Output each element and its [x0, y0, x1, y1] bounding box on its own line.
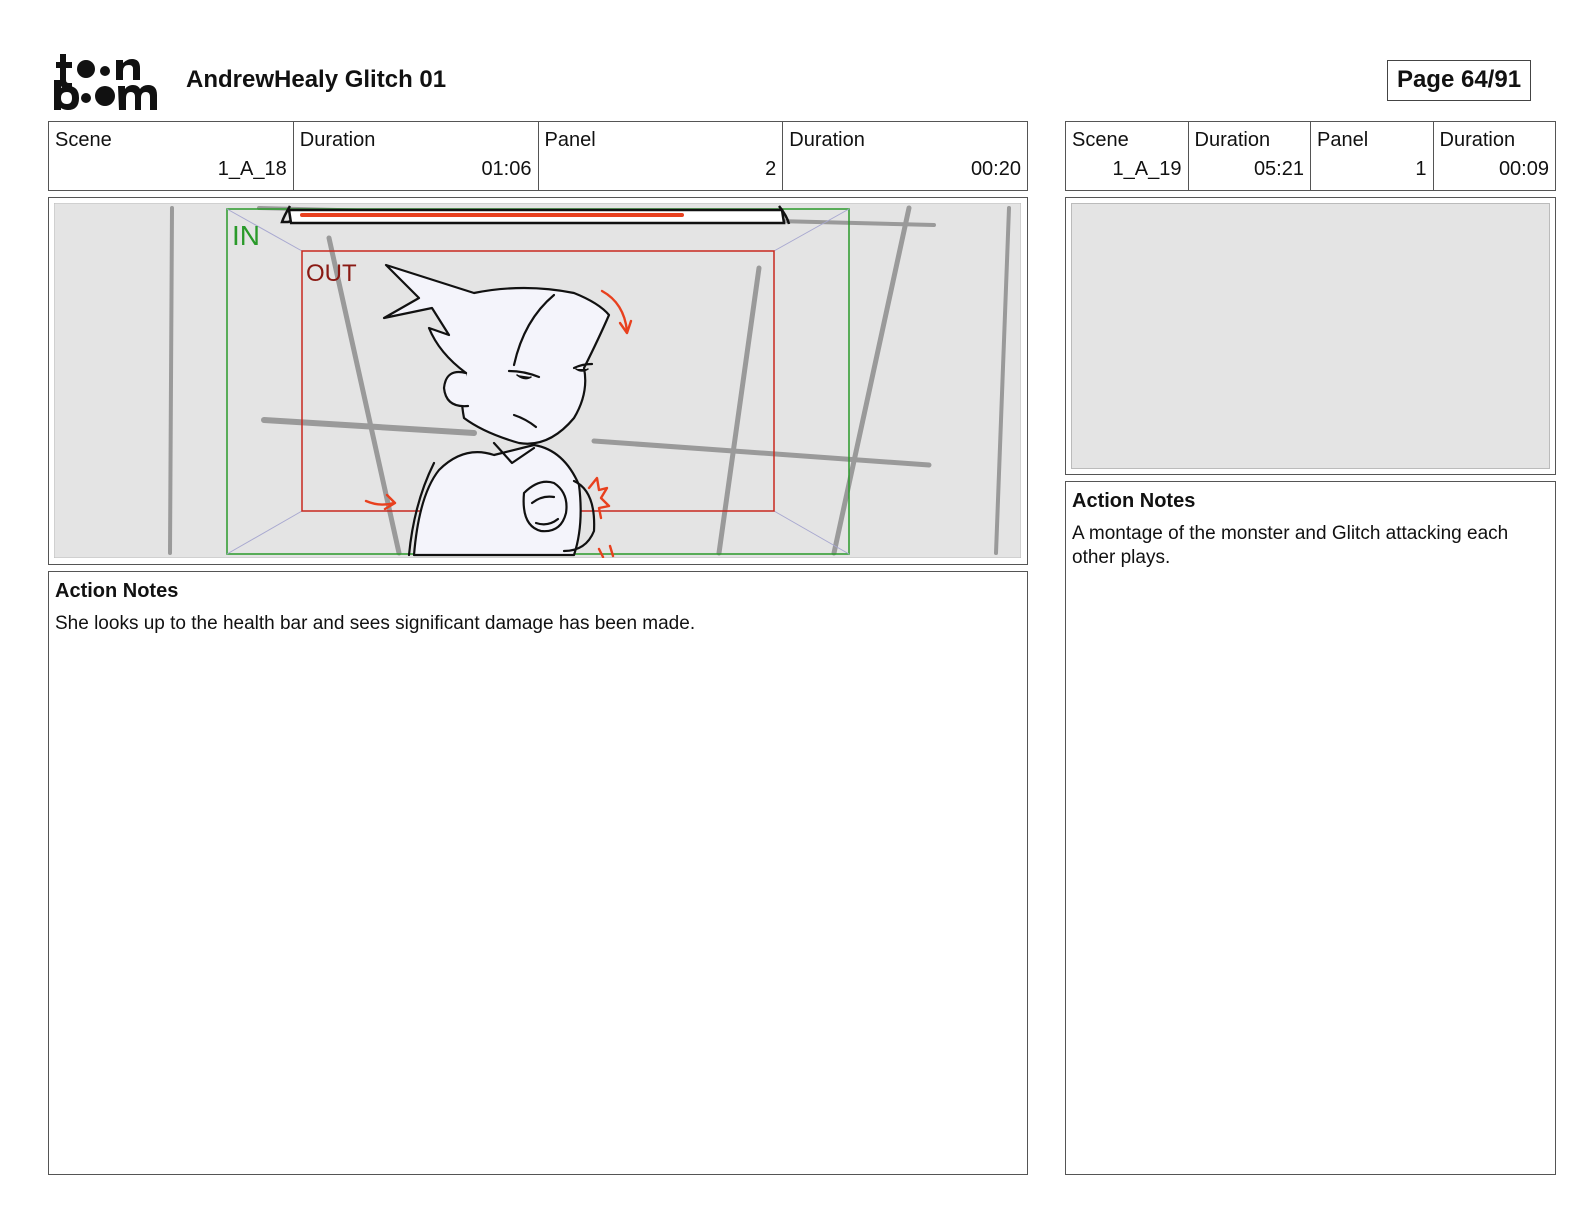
- panel-image-frame: [1065, 197, 1556, 475]
- action-notes-text: A montage of the monster and Glitch atta…: [1072, 523, 1509, 568]
- panel-cell: Panel 1: [1310, 122, 1433, 190]
- panel-duration-cell: Duration 00:20: [782, 122, 1027, 190]
- panel-duration-label: Duration: [1439, 129, 1516, 151]
- action-notes-heading: Action Notes: [1072, 490, 1196, 512]
- action-notes-heading: Action Notes: [55, 580, 179, 602]
- panel-label: Panel: [544, 129, 596, 151]
- action-notes-box: Action Notes A montage of the monster an…: [1065, 481, 1556, 1175]
- scene-cell: Scene 1_A_18: [49, 122, 293, 190]
- right-info-table: Scene 1_A_19 Duration 05:21 Panel 1 Dura…: [1065, 121, 1556, 191]
- out-frame-label: OUT: [306, 260, 357, 287]
- panel-value: 2: [765, 158, 777, 180]
- scene-cell: Scene 1_A_19: [1066, 122, 1188, 190]
- action-notes-box: Action Notes She looks up to the health …: [48, 571, 1028, 1175]
- panel-duration-value: 00:09: [1498, 158, 1549, 180]
- panel-duration-label: Duration: [789, 129, 865, 151]
- scene-duration-cell: Duration 05:21: [1187, 122, 1311, 190]
- panel-cell: Panel 2: [537, 122, 783, 190]
- left-info-table: Scene 1_A_18 Duration 01:06 Panel 2 Dura…: [48, 121, 1028, 191]
- scene-duration-label: Duration: [299, 129, 376, 151]
- storyboard-sketch: IN OUT: [54, 203, 1021, 558]
- scene-value: 1_A_18: [217, 158, 287, 180]
- scene-label: Scene: [55, 129, 112, 151]
- scene-label: Scene: [1072, 129, 1129, 151]
- scene-duration-cell: Duration 01:06: [292, 122, 538, 190]
- scene-duration-value: 05:21: [1253, 158, 1304, 180]
- panel-label: Panel: [1317, 129, 1369, 151]
- toonboom-logo: [54, 54, 157, 110]
- scene-value: 1_A_19: [1112, 158, 1182, 180]
- in-frame-label: IN: [232, 220, 260, 251]
- scene-duration-value: 01:06: [481, 158, 532, 180]
- blank-panel-image: [1071, 203, 1550, 469]
- page-number: Page 64/91: [1387, 60, 1531, 101]
- action-notes-text: She looks up to the health bar and sees …: [55, 613, 696, 634]
- panel-image-frame: IN OUT: [48, 197, 1028, 565]
- panel-duration-value: 00:20: [970, 158, 1021, 180]
- panel-value: 1: [1415, 158, 1427, 180]
- panel-duration-cell: Duration 00:09: [1432, 122, 1556, 190]
- document-title: AndrewHealy Glitch 01: [186, 66, 447, 93]
- scene-duration-label: Duration: [1194, 129, 1271, 151]
